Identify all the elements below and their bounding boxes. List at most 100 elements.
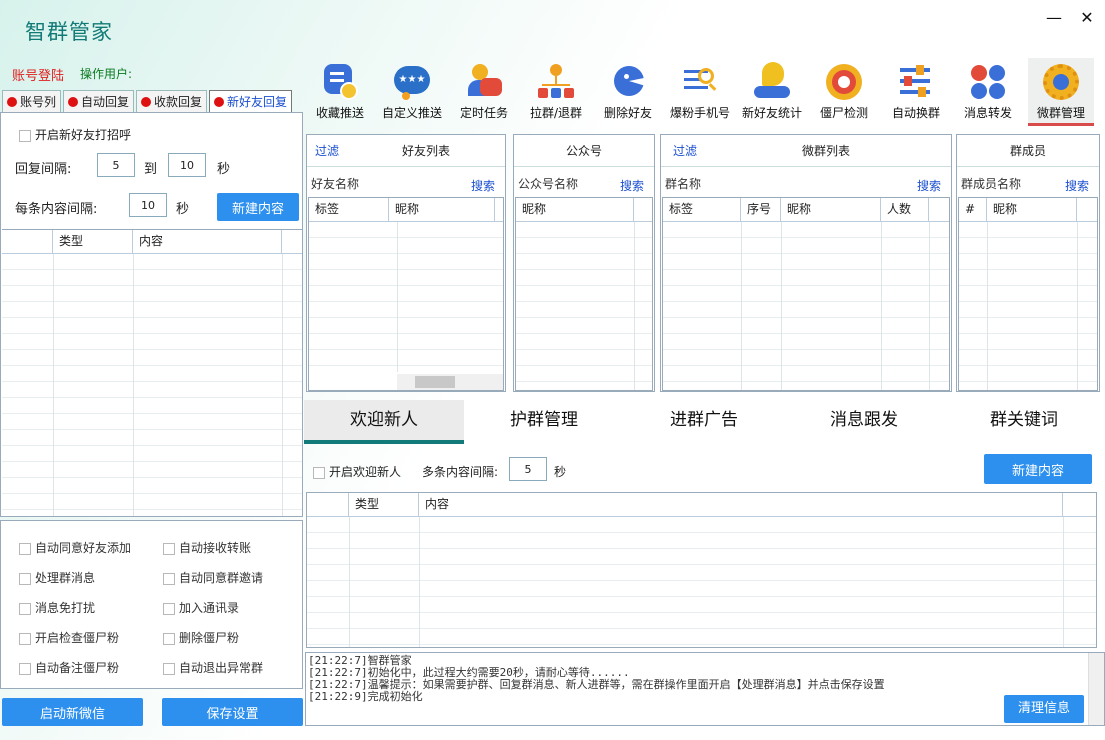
tab-message-follow[interactable]: 消息跟发: [784, 400, 944, 444]
toolbar-zombie-detect[interactable]: 僵尸检测: [809, 58, 879, 126]
tab-group-keywords[interactable]: 群关键词: [944, 400, 1104, 444]
option-remark-zombie[interactable]: 自动备注僵尸粉: [19, 659, 119, 676]
col-type: 类型: [349, 493, 419, 516]
login-link[interactable]: 账号登陆: [12, 65, 64, 84]
tab-welcome-new[interactable]: 欢迎新人: [304, 400, 464, 444]
public-name-label: 公众号名称: [518, 177, 579, 191]
welcome-interval-input[interactable]: 5: [509, 457, 547, 481]
option-exit-abnormal-group[interactable]: 自动退出异常群: [163, 659, 263, 676]
toolbar-label: 拉群/退群: [529, 106, 583, 120]
greet-label: 开启新好友打招呼: [35, 128, 132, 142]
toolbar-message-forward[interactable]: 消息转发: [953, 58, 1023, 126]
toolbar-label: 自定义推送: [381, 106, 442, 120]
reply-content-grid: 类型 内容: [2, 229, 302, 516]
col-tag: 标签: [309, 198, 389, 221]
col-index: [2, 230, 53, 253]
tab-auto-reply[interactable]: 自动回复: [63, 90, 135, 112]
toolbar-scheduled-task[interactable]: 定时任务: [449, 58, 519, 126]
tab-group-protect[interactable]: 护群管理: [464, 400, 624, 444]
minimize-icon[interactable]: —: [1045, 8, 1063, 28]
greet-toggle[interactable]: 开启新好友打招呼: [19, 126, 131, 143]
each-interval-label: 每条内容间隔:: [15, 202, 98, 217]
friend-list-pane: 过滤 好友列表 好友名称 搜索 标签 昵称: [306, 134, 506, 392]
option-checkbox[interactable]: [19, 632, 31, 645]
option-auto-receive-transfer[interactable]: 自动接收转账: [163, 539, 251, 556]
col-tag: 标签: [663, 198, 741, 221]
welcome-new-content-button[interactable]: 新建内容: [984, 454, 1092, 484]
option-checkbox[interactable]: [163, 572, 175, 585]
option-checkbox[interactable]: [163, 662, 175, 675]
option-checkbox[interactable]: [163, 632, 175, 645]
tab-join-ad[interactable]: 进群广告: [624, 400, 784, 444]
log-scrollbar[interactable]: [1088, 653, 1104, 725]
close-icon[interactable]: ✕: [1078, 8, 1096, 28]
option-checkbox[interactable]: [19, 572, 31, 585]
option-label: 消息免打扰: [35, 601, 96, 615]
each-interval-input[interactable]: 10: [129, 193, 167, 217]
red-dot-icon: [68, 96, 79, 107]
col-nickname: 昵称: [781, 198, 881, 221]
zombie-detect-icon: [824, 62, 864, 102]
group-search-link[interactable]: 搜索: [917, 177, 941, 194]
red-dot-icon: [214, 96, 225, 107]
interval-to-input[interactable]: 10: [168, 153, 206, 177]
toolbar-label: 微群管理: [1036, 106, 1085, 120]
sec-label: 秒: [554, 465, 567, 479]
friend-search-link[interactable]: 搜索: [471, 177, 495, 194]
toolbar-favorite-push[interactable]: 收藏推送: [305, 58, 375, 126]
option-check-zombie[interactable]: 开启检查僵尸粉: [19, 629, 119, 646]
option-add-contacts[interactable]: 加入通讯录: [163, 599, 239, 616]
friend-list-title: 好友列表: [401, 144, 450, 158]
toolbar-group-manage[interactable]: 微群管理: [1028, 58, 1094, 126]
option-auto-accept-friend[interactable]: 自动同意好友添加: [19, 539, 131, 556]
toolbar-label: 新好友统计: [741, 106, 802, 120]
toolbar-new-friend-stats[interactable]: 新好友统计: [737, 58, 807, 126]
col-member-count: 人数: [881, 198, 929, 221]
interval-from-input[interactable]: 5: [97, 153, 135, 177]
group-list-title: 微群列表: [801, 144, 850, 158]
toolbar-phone-fans[interactable]: 爆粉手机号: [665, 58, 735, 126]
option-delete-zombie[interactable]: 删除僵尸粉: [163, 629, 239, 646]
clear-log-button[interactable]: 清理信息: [1004, 695, 1084, 723]
option-checkbox[interactable]: [163, 602, 175, 615]
red-dot-icon: [141, 96, 152, 107]
member-name-label: 群成员名称: [961, 177, 1022, 191]
left-tabs: 账号列 自动回复 收款回复 新好友回复: [2, 90, 294, 112]
option-checkbox[interactable]: [19, 662, 31, 675]
public-search-link[interactable]: 搜索: [620, 177, 644, 194]
greet-checkbox[interactable]: [19, 129, 31, 142]
option-handle-group-msg[interactable]: 处理群消息: [19, 569, 95, 586]
toolbar-pull-exit-group[interactable]: 拉群/退群: [521, 58, 591, 126]
option-label: 自动同意好友添加: [35, 541, 132, 555]
friend-hscrollbar[interactable]: [397, 374, 503, 390]
welcome-content-grid: 类型 内容: [306, 492, 1097, 648]
scheduled-task-icon: [464, 62, 504, 102]
log-line: [21:22:7]温馨提示：如果需要护群、回复群消息、新人进群等，需在群操作里面…: [308, 678, 885, 691]
new-content-button[interactable]: 新建内容: [217, 193, 299, 221]
option-checkbox[interactable]: [19, 542, 31, 555]
toolbar-delete-friend[interactable]: 删除好友: [593, 58, 663, 126]
public-title: 公众号: [565, 144, 602, 158]
col-index: 序号: [741, 198, 781, 221]
welcome-toggle[interactable]: 开启欢迎新人: [313, 463, 401, 480]
toolbar-custom-push[interactable]: ★★★ 自定义推送: [377, 58, 447, 126]
group-function-tabs: 欢迎新人 护群管理 进群广告 消息跟发 群关键词: [304, 400, 1104, 444]
start-wechat-button[interactable]: 启动新微信: [2, 698, 143, 726]
option-auto-accept-group-invite[interactable]: 自动同意群邀请: [163, 569, 263, 586]
tab-payment-reply[interactable]: 收款回复: [136, 90, 208, 112]
public-grid: 昵称: [515, 197, 653, 391]
save-settings-button[interactable]: 保存设置: [162, 698, 303, 726]
welcome-checkbox[interactable]: [313, 466, 325, 479]
col-content: 内容: [419, 493, 1063, 516]
interval-label: 回复间隔:: [15, 162, 72, 177]
toolbar-auto-switch-group[interactable]: 自动换群: [881, 58, 951, 126]
tab-account-list[interactable]: 账号列: [2, 90, 62, 112]
option-checkbox[interactable]: [19, 602, 31, 615]
tab-new-friend-reply[interactable]: 新好友回复: [209, 90, 293, 112]
option-do-not-disturb[interactable]: 消息免打扰: [19, 599, 95, 616]
member-search-link[interactable]: 搜索: [1065, 177, 1089, 194]
message-forward-icon: [968, 62, 1008, 102]
option-label: 处理群消息: [35, 571, 96, 585]
option-label: 加入通讯录: [179, 601, 240, 615]
option-checkbox[interactable]: [163, 542, 175, 555]
